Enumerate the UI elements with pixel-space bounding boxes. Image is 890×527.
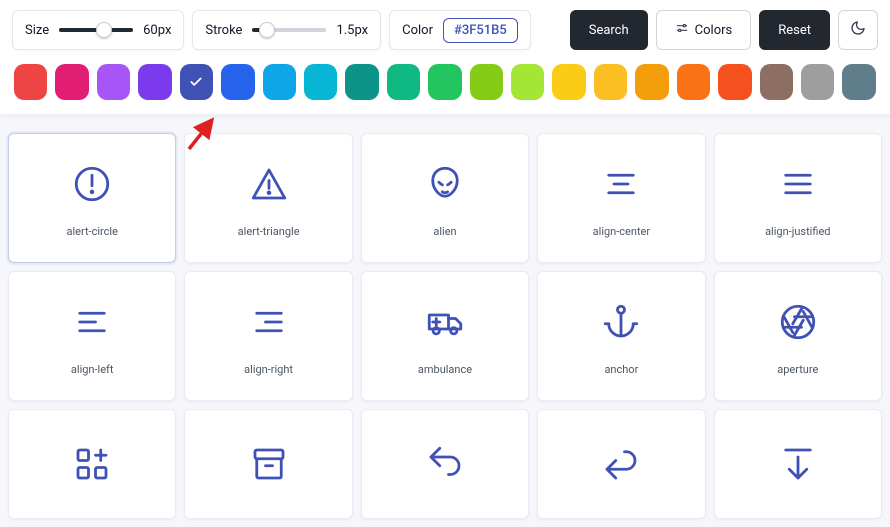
color-control: Color #3F51B5 xyxy=(389,10,531,50)
color-swatch[interactable] xyxy=(511,64,544,100)
color-swatch[interactable] xyxy=(97,64,130,100)
icon-card-alien[interactable]: alien xyxy=(361,133,529,263)
archive-icon xyxy=(248,437,290,491)
icon-card-ambulance[interactable]: ambulance xyxy=(361,271,529,401)
icon-card-apps[interactable] xyxy=(8,409,176,519)
icon-card-arrow-bar-down[interactable] xyxy=(714,409,882,519)
icon-card-align-center[interactable]: align-center xyxy=(537,133,705,263)
color-swatch[interactable] xyxy=(387,64,420,100)
icon-label: alien xyxy=(433,225,456,238)
reset-button[interactable]: Reset xyxy=(759,10,830,50)
search-button[interactable]: Search xyxy=(570,10,648,50)
icon-card-alert-circle[interactable]: alert-circle xyxy=(8,133,176,263)
color-swatch[interactable] xyxy=(801,64,834,100)
color-swatch[interactable] xyxy=(677,64,710,100)
color-swatch[interactable] xyxy=(345,64,378,100)
aperture-icon xyxy=(777,299,819,345)
color-swatch[interactable] xyxy=(760,64,793,100)
stroke-slider[interactable] xyxy=(252,28,326,32)
align-center-icon xyxy=(600,161,642,207)
icon-card-anchor[interactable]: anchor xyxy=(537,271,705,401)
size-control: Size 60px xyxy=(12,10,184,50)
size-label: Size xyxy=(25,23,49,38)
icon-label: aperture xyxy=(777,363,818,376)
color-swatch[interactable] xyxy=(635,64,668,100)
theme-toggle-button[interactable] xyxy=(838,10,878,50)
check-icon xyxy=(180,64,213,100)
icon-card-align-justified[interactable]: align-justified xyxy=(714,133,882,263)
align-left-icon xyxy=(71,299,113,345)
alert-circle-icon xyxy=(71,161,113,207)
alien-icon xyxy=(424,161,466,207)
align-right-icon xyxy=(248,299,290,345)
color-swatch[interactable] xyxy=(718,64,751,100)
reset-button-label: Reset xyxy=(778,23,811,38)
icon-card-arrow-back[interactable] xyxy=(537,409,705,519)
toolbar: Size 60px Stroke 1.5px Color #3F51B5 Sea… xyxy=(0,0,890,50)
ambulance-icon xyxy=(424,299,466,345)
size-slider[interactable] xyxy=(59,28,133,32)
icon-label: align-left xyxy=(71,363,114,376)
icon-card-archive[interactable] xyxy=(184,409,352,519)
arrow-back-up-icon xyxy=(424,437,466,491)
stroke-control: Stroke 1.5px xyxy=(192,10,381,50)
sliders-icon xyxy=(675,21,689,39)
color-swatch[interactable] xyxy=(14,64,47,100)
color-swatch[interactable] xyxy=(470,64,503,100)
color-palette xyxy=(0,50,890,115)
icon-card-aperture[interactable]: aperture xyxy=(714,271,882,401)
icon-label: alert-circle xyxy=(66,225,117,238)
color-swatch[interactable] xyxy=(594,64,627,100)
arrow-back-icon xyxy=(600,437,642,491)
icon-label: alert-triangle xyxy=(238,225,300,238)
anchor-icon xyxy=(600,299,642,345)
icon-card-alert-triangle[interactable]: alert-triangle xyxy=(184,133,352,263)
alert-triangle-icon xyxy=(248,161,290,207)
icon-label: align-center xyxy=(593,225,650,238)
arrow-bar-down-icon xyxy=(777,437,819,491)
size-value: 60px xyxy=(143,23,171,38)
colors-button[interactable]: Colors xyxy=(656,10,752,50)
color-swatch[interactable] xyxy=(552,64,585,100)
icon-card-align-right[interactable]: align-right xyxy=(184,271,352,401)
search-button-label: Search xyxy=(589,23,629,38)
icon-card-arrow-back-up[interactable] xyxy=(361,409,529,519)
icon-grid: alert-circle alert-triangle alien align-… xyxy=(0,115,890,409)
apps-icon xyxy=(71,437,113,491)
color-swatch[interactable] xyxy=(138,64,171,100)
stroke-label: Stroke xyxy=(205,23,242,38)
icon-label: align-justified xyxy=(765,225,830,238)
color-swatch[interactable] xyxy=(842,64,875,100)
icon-card-align-left[interactable]: align-left xyxy=(8,271,176,401)
color-swatch[interactable] xyxy=(304,64,337,100)
icon-grid-row3 xyxy=(0,409,890,527)
color-swatch[interactable] xyxy=(55,64,88,100)
color-label: Color xyxy=(402,23,433,38)
colors-button-label: Colors xyxy=(695,23,733,38)
stroke-value: 1.5px xyxy=(336,23,368,38)
color-swatch[interactable] xyxy=(428,64,461,100)
icon-label: ambulance xyxy=(418,363,472,376)
icon-label: anchor xyxy=(604,363,638,376)
moon-icon xyxy=(850,20,866,40)
color-swatch[interactable] xyxy=(180,64,213,100)
color-swatch[interactable] xyxy=(221,64,254,100)
align-justified-icon xyxy=(777,161,819,207)
color-swatch[interactable] xyxy=(263,64,296,100)
color-input[interactable]: #3F51B5 xyxy=(443,18,518,43)
icon-label: align-right xyxy=(244,363,293,376)
